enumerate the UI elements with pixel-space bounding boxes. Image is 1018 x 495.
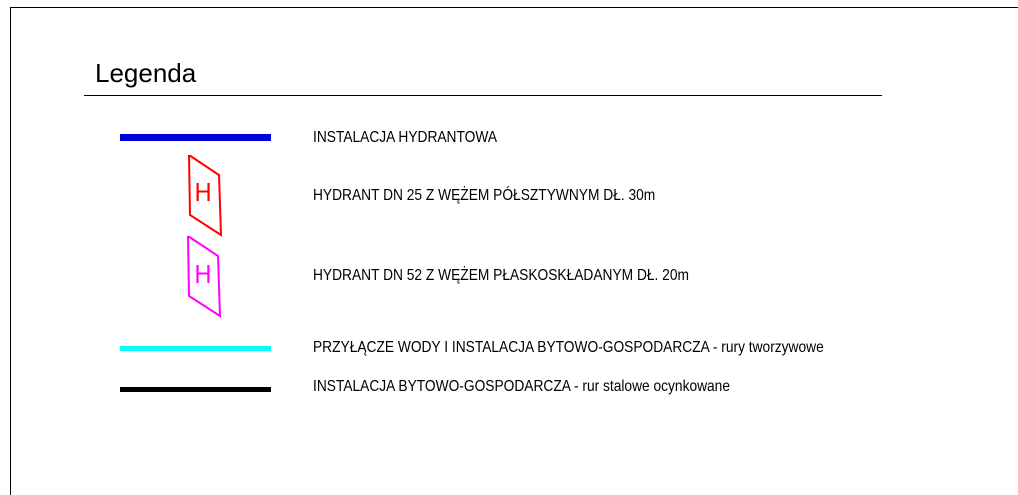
hydrant-dn25-icon: H <box>187 155 223 237</box>
legend-label-hydrant-dn52: HYDRANT DN 52 Z WĘŻEM PŁASKOSKŁADANYM DŁ… <box>313 267 689 284</box>
legend-label-hydrant-dn25: HYDRANT DN 25 Z WĘŻEM PÓŁSZTYWNYM DŁ. 30… <box>313 187 656 204</box>
hydrant-dn52-letter: H <box>195 261 212 289</box>
title-underline <box>84 95 882 96</box>
legend-label-water-connection: PRZYŁĄCZE WODY I INSTALACJA BYTOWO-GOSPO… <box>313 339 824 356</box>
hydrant-dn52-icon: H <box>186 236 222 318</box>
legend-title: Legenda <box>95 58 197 88</box>
legend-line-hydrant-installation <box>120 134 271 141</box>
legend-label-hydrant-installation: INSTALACJA HYDRANTOWA <box>313 129 498 146</box>
legend-line-water-connection <box>120 346 271 351</box>
hydrant-dn25-letter: H <box>195 179 212 207</box>
legend-label-steel-pipes: INSTALACJA BYTOWO-GOSPODARCZA - rur stal… <box>313 378 730 395</box>
legend-line-steel-pipes <box>120 387 271 392</box>
